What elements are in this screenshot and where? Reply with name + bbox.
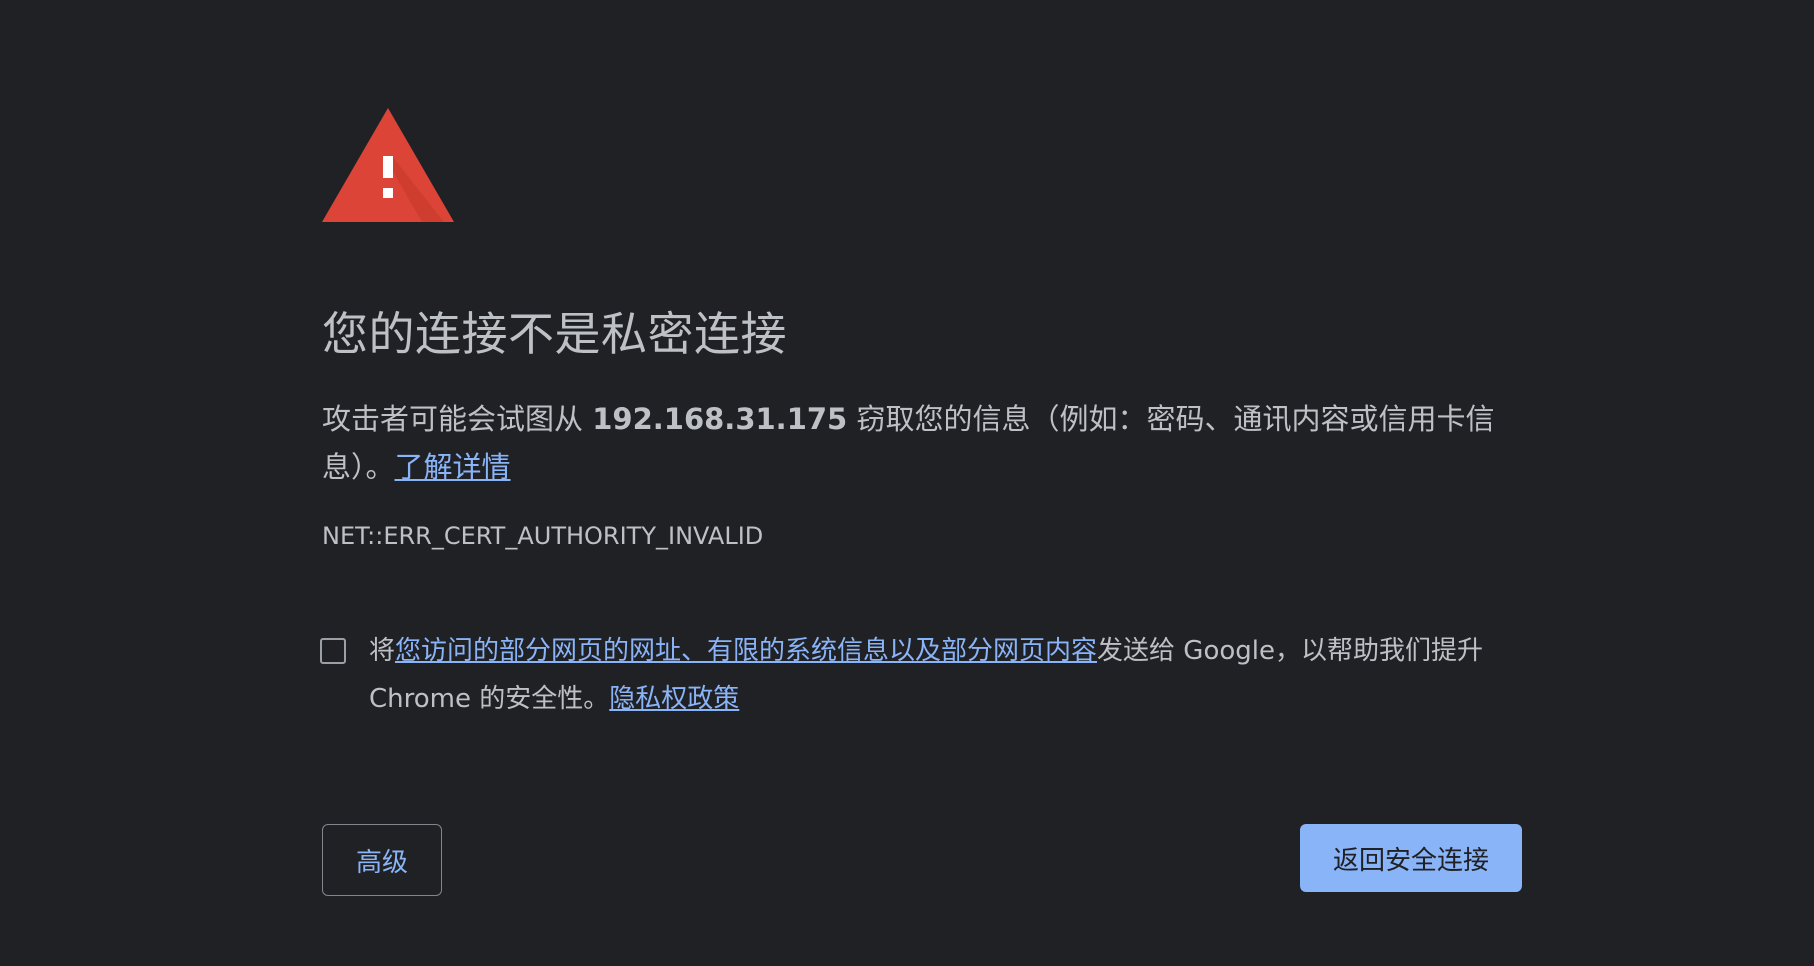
page-title: 您的连接不是私密连接	[322, 307, 787, 361]
report-details-link[interactable]: 您访问的部分网页的网址、有限的系统信息以及部分网页内容	[395, 636, 1097, 666]
interstitial-page: 您的连接不是私密连接 攻击者可能会试图从 192.168.31.175 窃取您的…	[0, 0, 1814, 966]
main-message: 攻击者可能会试图从 192.168.31.175 窃取您的信息（例如：密码、通讯…	[322, 395, 1522, 491]
learn-more-link[interactable]: 了解详情	[395, 450, 511, 484]
report-checkbox[interactable]	[320, 638, 346, 664]
host-name: 192.168.31.175	[592, 402, 848, 436]
error-code: NET::ERR_CERT_AUTHORITY_INVALID	[322, 522, 764, 550]
report-opt-in-text: 将您访问的部分网页的网址、有限的系统信息以及部分网页内容发送给 Google，以…	[369, 627, 1519, 723]
advanced-button[interactable]: 高级	[322, 824, 442, 896]
back-to-safety-button[interactable]: 返回安全连接	[1300, 824, 1522, 892]
message-prefix: 攻击者可能会试图从	[322, 402, 593, 436]
warning-triangle-icon	[322, 108, 454, 222]
privacy-policy-link[interactable]: 隐私权政策	[609, 684, 739, 714]
report-prefix: 将	[369, 636, 396, 666]
